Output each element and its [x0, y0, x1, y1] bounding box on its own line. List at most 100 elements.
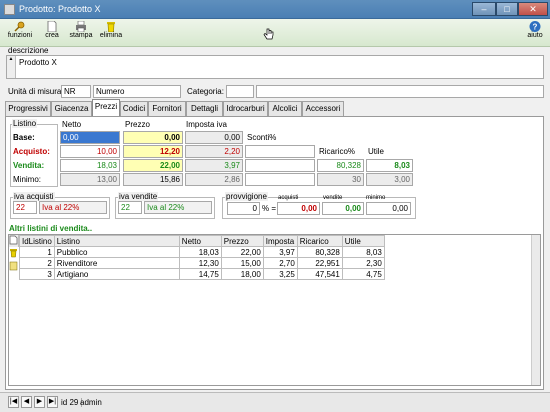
- row-2-marker[interactable]: [9, 261, 19, 273]
- cell-listino[interactable]: Pubblico: [53, 246, 180, 258]
- cell-prezzo[interactable]: 22,00: [220, 246, 264, 258]
- first-record-button[interactable]: |◀: [8, 396, 19, 408]
- app-icon: [4, 4, 15, 15]
- unita-name-field[interactable]: Numero: [93, 85, 181, 98]
- funzioni-label: funzioni: [7, 32, 33, 39]
- col-netto[interactable]: Netto: [178, 235, 222, 247]
- netto-header: Netto: [62, 120, 82, 129]
- provv-vendite-field: 0,00: [322, 202, 364, 215]
- vendita-sconti-field[interactable]: [245, 159, 315, 172]
- cell-imposta[interactable]: 3,97: [262, 246, 298, 258]
- vendita-prezzo-field[interactable]: 22,00: [123, 159, 183, 172]
- cell-ricarico[interactable]: 80,328: [296, 246, 343, 258]
- minimo-sconti-field[interactable]: [245, 173, 315, 186]
- funzioni-button[interactable]: funzioni: [6, 20, 34, 46]
- provv-vendite-header: vendite: [323, 195, 343, 201]
- crea-button[interactable]: crea: [40, 20, 64, 46]
- base-prezzo-field[interactable]: 0,00: [123, 131, 183, 144]
- cell-prezzo[interactable]: 18,00: [220, 268, 264, 280]
- minimo-prezzo-field[interactable]: 15,86: [123, 173, 183, 186]
- tab-giacenza[interactable]: Giacenza: [51, 101, 92, 116]
- minimo-utile-field[interactable]: 3,00: [366, 173, 413, 186]
- last-record-button[interactable]: ▶|: [47, 396, 58, 408]
- tab-progressivi[interactable]: Progressivi: [5, 101, 51, 116]
- key-icon: [14, 21, 25, 32]
- provv-minimo-field: 0,00: [366, 202, 411, 215]
- row-1-marker[interactable]: [9, 248, 19, 260]
- cell-listino[interactable]: Artigiano: [53, 268, 180, 280]
- iva-acquisti-code-field[interactable]: 22: [13, 201, 37, 214]
- acquisto-prezzo-field[interactable]: 12,20: [123, 145, 183, 158]
- categoria-code-field[interactable]: [226, 85, 254, 98]
- close-button[interactable]: ✕: [518, 2, 548, 16]
- cell-imposta[interactable]: 2,70: [262, 257, 298, 269]
- grid-corner: [9, 235, 19, 247]
- cell-utile[interactable]: 8,03: [341, 246, 385, 258]
- tab-codici[interactable]: Codici: [120, 101, 148, 116]
- cell-imposta[interactable]: 3,25: [262, 268, 298, 280]
- next-record-button[interactable]: ▶: [34, 396, 45, 408]
- col-imposta[interactable]: Imposta: [262, 235, 298, 247]
- col-idlistino[interactable]: IdListino: [19, 235, 55, 247]
- tab-prezzi[interactable]: Prezzi: [92, 99, 120, 117]
- base-iva-field: 0,00: [185, 131, 243, 144]
- acquisto-sconti-field[interactable]: [245, 145, 315, 158]
- cell-idlistino[interactable]: 3: [19, 268, 55, 280]
- elimina-label: elimina: [99, 32, 123, 39]
- minimize-button[interactable]: –: [472, 2, 496, 16]
- tab-idrocarburi[interactable]: Idrocarburi: [223, 101, 268, 116]
- tab-accessori[interactable]: Accessori: [302, 101, 344, 116]
- aiuto-button[interactable]: ? aiuto: [524, 20, 546, 46]
- descrizione-field[interactable]: ▲ Prodotto X: [6, 55, 544, 79]
- unita-code-field[interactable]: NR: [61, 85, 91, 98]
- acquisto-netto-field[interactable]: 10,00: [60, 145, 120, 158]
- categoria-name-field[interactable]: [256, 85, 544, 98]
- elimina-button[interactable]: elimina: [97, 20, 125, 46]
- vendita-utile-field[interactable]: 8,03: [366, 159, 413, 172]
- provvigione-percent-field[interactable]: 0: [227, 202, 260, 215]
- cell-listino[interactable]: Rivenditore: [53, 257, 180, 269]
- svg-text:?: ?: [533, 23, 538, 32]
- col-ricarico[interactable]: Ricarico: [296, 235, 343, 247]
- provv-acquisti-header: acquisti: [278, 195, 299, 201]
- col-listino[interactable]: Listino: [53, 235, 180, 247]
- col-prezzo[interactable]: Prezzo: [220, 235, 264, 247]
- cell-idlistino[interactable]: 2: [19, 257, 55, 269]
- prev-record-button[interactable]: ◀: [21, 396, 32, 408]
- table-row[interactable]: 1 Pubblico 18,03 22,00 3,97 80,328 8,03: [19, 246, 385, 258]
- cell-prezzo[interactable]: 15,00: [220, 257, 264, 269]
- maximize-button[interactable]: □: [496, 2, 518, 16]
- cell-netto[interactable]: 18,03: [178, 246, 222, 258]
- listini-table: IdListino Listino Netto Prezzo Imposta R…: [19, 235, 385, 280]
- vendita-netto-field[interactable]: 18,03: [60, 159, 120, 172]
- table-row[interactable]: 3 Artigiano 14,75 18,00 3,25 47,541 4,75: [19, 268, 385, 280]
- cell-ricarico[interactable]: 47,541: [296, 268, 343, 280]
- stampa-button[interactable]: stampa: [67, 20, 95, 46]
- categoria-label: Categoria:: [187, 87, 224, 96]
- table-row[interactable]: 2 Rivenditore 12,30 15,00 2,70 22,951 2,…: [19, 257, 385, 269]
- col-utile[interactable]: Utile: [341, 235, 385, 247]
- printer-icon: [76, 21, 86, 32]
- minimo-iva-field: 2,86: [185, 173, 243, 186]
- base-netto-field[interactable]: 0,00: [60, 131, 120, 144]
- cell-netto[interactable]: 12,30: [178, 257, 222, 269]
- vendita-ricarico-field[interactable]: 80,328: [317, 159, 364, 172]
- cell-netto[interactable]: 14,75: [178, 268, 222, 280]
- stampa-label: stampa: [69, 32, 93, 39]
- ricarico-header: Ricarico%: [319, 147, 356, 156]
- tab-fornitori[interactable]: Fornitori: [148, 101, 186, 116]
- scroll-up-button[interactable]: ▲: [7, 56, 16, 78]
- minimo-netto-field[interactable]: 13,00: [60, 173, 120, 186]
- cell-utile[interactable]: 2,30: [341, 257, 385, 269]
- cell-idlistino[interactable]: 1: [19, 246, 55, 258]
- iva-vendite-code-field[interactable]: 22: [118, 201, 142, 214]
- tab-alcolici[interactable]: Alcolici: [268, 101, 302, 116]
- help-icon: ?: [529, 21, 541, 32]
- cell-ricarico[interactable]: 22,951: [296, 257, 343, 269]
- new-document-icon: [47, 21, 57, 32]
- tab-dettagli[interactable]: Dettagli: [186, 101, 223, 116]
- toolbar: funzioni crea stampa elimina ? aiuto: [0, 19, 550, 47]
- minimo-ricarico-field[interactable]: 30: [317, 173, 364, 186]
- cell-utile[interactable]: 4,75: [341, 268, 385, 280]
- grid-scrollbar[interactable]: [531, 235, 540, 385]
